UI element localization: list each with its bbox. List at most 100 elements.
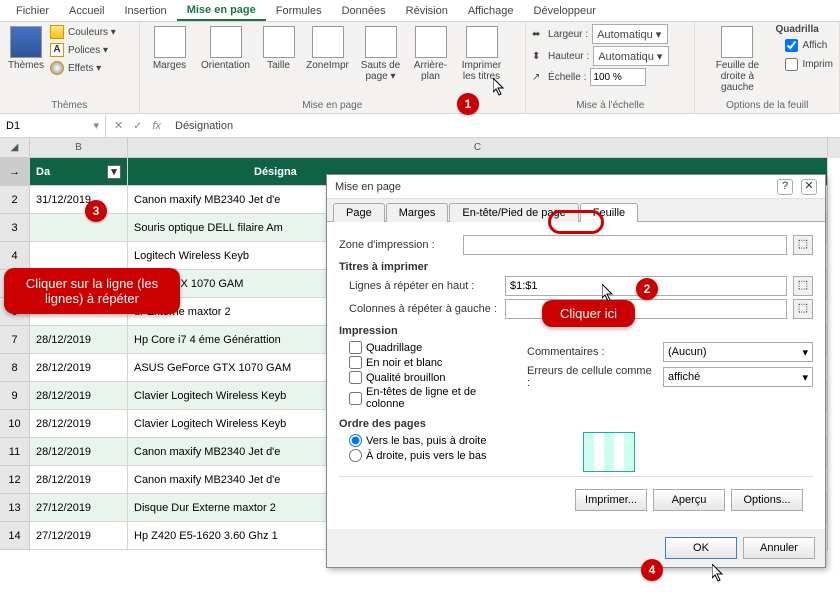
- ribbon-tabs: Fichier Accueil Insertion Mise en page F…: [0, 0, 840, 22]
- print-titles-button[interactable]: Imprimer les titres: [456, 24, 508, 84]
- effects-button[interactable]: Effets ▾: [48, 60, 118, 76]
- filter-icon[interactable]: ▾: [107, 165, 121, 179]
- print-button[interactable]: Imprimer...: [575, 489, 647, 511]
- formula-bar: D1▾ ✕ ✓ fx Désignation: [0, 114, 840, 138]
- tab-donnees[interactable]: Données: [332, 2, 396, 20]
- row-header[interactable]: 11: [0, 438, 30, 466]
- order-across-radio[interactable]: À droite, puis vers le bas: [349, 449, 569, 462]
- badge-2: 2: [636, 278, 658, 300]
- cancel-button[interactable]: Annuler: [743, 537, 815, 559]
- range-btn-cols[interactable]: ⬚: [793, 299, 813, 319]
- cursor-icon: [493, 78, 505, 96]
- background-button[interactable]: Arrière-plan: [408, 24, 454, 84]
- order-down-radio[interactable]: Vers le bas, puis à droite: [349, 434, 569, 447]
- fx-icon[interactable]: fx: [152, 120, 161, 132]
- formula-input[interactable]: Désignation: [169, 120, 840, 132]
- print-area-input[interactable]: [463, 235, 787, 255]
- gridlines-check[interactable]: Quadrillage: [349, 341, 513, 354]
- ok-button[interactable]: OK: [665, 537, 737, 559]
- tab-developpeur[interactable]: Développeur: [524, 2, 606, 20]
- cols-repeat-label: Colonnes à répéter à gauche :: [349, 303, 499, 315]
- order-preview-icon: [583, 432, 635, 472]
- row-header[interactable]: 10: [0, 410, 30, 438]
- scale-input[interactable]: [590, 68, 646, 86]
- badge-3: 3: [85, 200, 107, 222]
- comments-select[interactable]: (Aucun)▾: [663, 342, 813, 362]
- show-grid-check[interactable]: Affich: [785, 39, 833, 52]
- row-header[interactable]: 13: [0, 494, 30, 522]
- confirm-icon[interactable]: ✓: [133, 119, 142, 132]
- cell-date[interactable]: 28/12/2019: [30, 438, 128, 466]
- breaks-button[interactable]: Sauts de page ▾: [356, 24, 406, 84]
- dialog-title: Mise en page: [335, 181, 777, 193]
- select-all-corner[interactable]: ◢: [0, 138, 30, 158]
- row-header[interactable]: 4: [0, 242, 30, 270]
- cell-date[interactable]: 31/12/2019: [30, 186, 128, 214]
- tab-insertion[interactable]: Insertion: [114, 2, 176, 20]
- orientation-button[interactable]: Orientation: [196, 24, 256, 73]
- close-icon[interactable]: ✕: [801, 179, 817, 195]
- name-box[interactable]: D1▾: [0, 114, 106, 137]
- errors-select[interactable]: affiché▾: [663, 367, 813, 387]
- tab-affichage[interactable]: Affichage: [458, 2, 524, 20]
- row-header[interactable]: 9: [0, 382, 30, 410]
- row-header[interactable]: 14: [0, 522, 30, 550]
- col-C-header[interactable]: C: [128, 138, 828, 158]
- cancel-icon[interactable]: ✕: [114, 119, 123, 132]
- row-header[interactable]: 2: [0, 186, 30, 214]
- height-select[interactable]: Automatiqu ▾: [593, 46, 669, 66]
- tab-mise-en-page[interactable]: Mise en page: [177, 1, 266, 21]
- blackwhite-check[interactable]: En noir et blanc: [349, 356, 513, 369]
- fonts-button[interactable]: APolices ▾: [48, 42, 118, 58]
- dlg-tab-page[interactable]: Page: [333, 203, 385, 222]
- tab-formules[interactable]: Formules: [266, 2, 332, 20]
- cell-date[interactable]: 27/12/2019: [30, 494, 128, 522]
- section-titles: Titres à imprimer: [339, 261, 813, 273]
- cell-date[interactable]: 28/12/2019: [30, 410, 128, 438]
- dlg-tab-feuille[interactable]: Feuille: [580, 203, 638, 222]
- width-select[interactable]: Automatiqu ▾: [592, 24, 668, 44]
- tab-revision[interactable]: Révision: [396, 2, 458, 20]
- cursor-icon-2: [602, 284, 614, 302]
- cell-date[interactable]: [30, 214, 128, 242]
- print-grid-check[interactable]: Imprim: [785, 58, 833, 71]
- group-themes-label: Thèmes: [6, 98, 133, 113]
- themes-label: Thèmes: [8, 60, 44, 71]
- rtl-button[interactable]: Feuille de droite à gauche: [701, 24, 773, 95]
- cell-date[interactable]: 27/12/2019: [30, 522, 128, 550]
- col-B-header[interactable]: B: [30, 138, 128, 158]
- row-header[interactable]: 3: [0, 214, 30, 242]
- colors-button[interactable]: Couleurs ▾: [48, 24, 118, 40]
- themes-button[interactable]: Thèmes: [6, 24, 46, 73]
- height-label: Hauteur :: [548, 51, 589, 62]
- headings-check[interactable]: En-têtes de ligne et de colonne: [349, 386, 513, 410]
- margins-button[interactable]: Marges: [146, 24, 194, 73]
- row-header-1[interactable]: →: [0, 158, 30, 186]
- badge-4: 4: [641, 559, 663, 581]
- help-icon[interactable]: ?: [777, 179, 793, 195]
- cell-date[interactable]: [30, 242, 128, 270]
- cell-date[interactable]: 28/12/2019: [30, 466, 128, 494]
- size-button[interactable]: Taille: [258, 24, 300, 73]
- options-button[interactable]: Options...: [731, 489, 803, 511]
- errors-label: Erreurs de cellule comme :: [527, 365, 657, 389]
- section-order: Ordre des pages: [339, 418, 813, 430]
- dlg-tab-header[interactable]: En-tête/Pied de page: [449, 203, 578, 222]
- badge-1: 1: [457, 93, 479, 115]
- header-date[interactable]: Da▾: [30, 158, 128, 186]
- row-header[interactable]: 7: [0, 326, 30, 354]
- range-btn-zone[interactable]: ⬚: [793, 235, 813, 255]
- cell-date[interactable]: 28/12/2019: [30, 326, 128, 354]
- range-btn-rows[interactable]: ⬚: [793, 276, 813, 296]
- dlg-tab-marges[interactable]: Marges: [386, 203, 449, 222]
- tab-fichier[interactable]: Fichier: [6, 2, 59, 20]
- tab-accueil[interactable]: Accueil: [59, 2, 114, 20]
- draft-check[interactable]: Qualité brouillon: [349, 371, 513, 384]
- row-header[interactable]: 8: [0, 354, 30, 382]
- cell-date[interactable]: 28/12/2019: [30, 354, 128, 382]
- callout-click-here: Cliquer ici: [542, 300, 635, 327]
- cell-date[interactable]: 28/12/2019: [30, 382, 128, 410]
- preview-button[interactable]: Aperçu: [653, 489, 725, 511]
- row-header[interactable]: 12: [0, 466, 30, 494]
- printarea-button[interactable]: ZoneImpr: [302, 24, 354, 73]
